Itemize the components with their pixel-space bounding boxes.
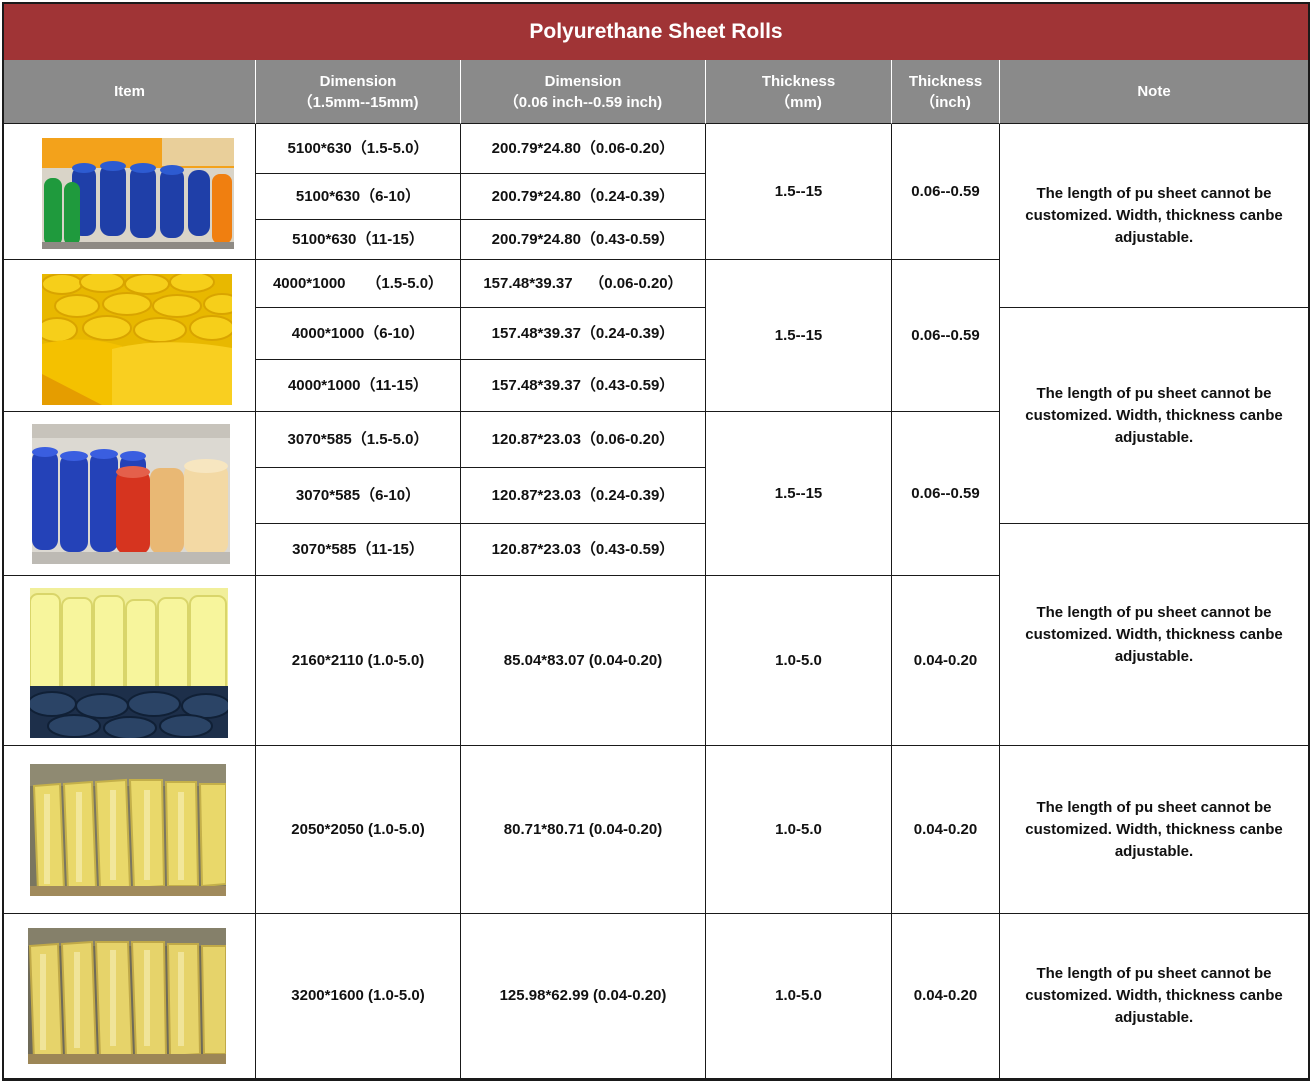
note-cell: The length of pu sheet cannot be customi… <box>1000 746 1308 914</box>
header-note-label: Note <box>1137 83 1171 100</box>
table-cell-dim-mm: 3070*585（11-15） <box>256 524 461 576</box>
table-cell-dim-inch: 120.87*23.03（0.43-0.59） <box>461 524 706 576</box>
header-dimension-inch-label: Dimension <box>544 72 622 90</box>
header-dimension-inch-range: （0.06 inch--0.59 inch) <box>503 93 663 111</box>
table-cell-thickness-mm: 1.5--15 <box>706 412 892 576</box>
blue-red-amber-rolls-photo <box>32 424 230 564</box>
yellow-sheet-rolls-photo <box>42 274 232 405</box>
item-image-cell <box>4 260 256 412</box>
table-cell-thickness-inch: 0.04-0.20 <box>892 576 1000 746</box>
item-image-cell <box>4 746 256 914</box>
note-cell: The length of pu sheet cannot be customi… <box>1000 914 1308 1079</box>
table-cell-dim-mm: 2050*2050 (1.0-5.0) <box>256 746 461 914</box>
header-item-label: Item <box>114 83 145 100</box>
header-thickness-mm-label: Thickness <box>761 72 836 90</box>
note-cell: The length of pu sheet cannot be customi… <box>1000 308 1308 524</box>
table-cell-thickness-inch: 0.04-0.20 <box>892 746 1000 914</box>
table-cell-thickness-mm: 1.0-5.0 <box>706 914 892 1079</box>
table-cell-dim-inch: 80.71*80.71 (0.04-0.20) <box>461 746 706 914</box>
translucent-yellow-rolls-photo-2 <box>28 928 226 1064</box>
table-cell-dim-mm: 3070*585（6-10） <box>256 468 461 524</box>
table-cell-dim-mm: 5100*630（1.5-5.0） <box>256 124 461 174</box>
table-cell-dim-mm: 3070*585（1.5-5.0） <box>256 412 461 468</box>
table-cell-dim-mm: 2160*2110 (1.0-5.0) <box>256 576 461 746</box>
product-spec-table: Polyurethane Sheet Rolls Item Dimension … <box>2 2 1310 1081</box>
header-thickness-inch-label: Thickness <box>908 72 983 90</box>
table-cell-dim-inch: 200.79*24.80（0.43-0.59） <box>461 220 706 260</box>
header-dimension-mm-label: Dimension <box>319 72 397 90</box>
orange-green-blue-rolls-photo <box>42 138 234 249</box>
header-thickness-mm-unit: （mm) <box>775 93 822 111</box>
table-cell-dim-inch: 200.79*24.80（0.24-0.39） <box>461 174 706 220</box>
item-image-cell <box>4 124 256 260</box>
clear-yellow-rolls-blue-base-photo <box>30 588 228 738</box>
table-cell-dim-inch: 157.48*39.37 （0.06-0.20） <box>461 260 706 308</box>
item-image-cell <box>4 576 256 746</box>
table-cell-dim-inch: 200.79*24.80（0.06-0.20） <box>461 124 706 174</box>
table-cell-thickness-mm: 1.0-5.0 <box>706 746 892 914</box>
table-cell-dim-mm: 4000*1000 （1.5-5.0） <box>256 260 461 308</box>
table-cell-dim-inch: 85.04*83.07 (0.04-0.20) <box>461 576 706 746</box>
table-cell-dim-inch: 125.98*62.99 (0.04-0.20) <box>461 914 706 1079</box>
table-cell-thickness-mm: 1.5--15 <box>706 260 892 412</box>
note-cell: The length of pu sheet cannot be customi… <box>1000 524 1308 746</box>
table-cell-thickness-inch: 0.06--0.59 <box>892 260 1000 412</box>
table-cell-thickness-mm: 1.0-5.0 <box>706 576 892 746</box>
table-cell-thickness-inch: 0.06--0.59 <box>892 124 1000 260</box>
header-thickness-mm: Thickness （mm) <box>706 60 892 124</box>
table-cell-dim-mm: 3200*1600 (1.0-5.0) <box>256 914 461 1079</box>
header-thickness-inch: Thickness （inch) <box>892 60 1000 124</box>
table-cell-dim-mm: 5100*630（11-15） <box>256 220 461 260</box>
translucent-yellow-rolls-photo <box>30 764 226 896</box>
item-image-cell <box>4 914 256 1079</box>
header-note: Note <box>1000 60 1308 124</box>
table-cell-thickness-inch: 0.06--0.59 <box>892 412 1000 576</box>
table-cell-dim-inch: 157.48*39.37（0.43-0.59） <box>461 360 706 412</box>
table-cell-dim-inch: 120.87*23.03（0.06-0.20） <box>461 412 706 468</box>
note-cell: The length of pu sheet cannot be customi… <box>1000 124 1308 308</box>
header-dimension-mm: Dimension （1.5mm--15mm) <box>256 60 461 124</box>
item-image-cell <box>4 412 256 576</box>
table-title: Polyurethane Sheet Rolls <box>4 4 1308 60</box>
table-cell-dim-inch: 120.87*23.03（0.24-0.39） <box>461 468 706 524</box>
table-cell-dim-mm: 5100*630（6-10） <box>256 174 461 220</box>
table-cell-thickness-mm: 1.5--15 <box>706 124 892 260</box>
header-thickness-inch-unit: （inch) <box>920 93 971 111</box>
table-cell-dim-inch: 157.48*39.37（0.24-0.39） <box>461 308 706 360</box>
table-cell-dim-mm: 4000*1000（6-10） <box>256 308 461 360</box>
header-item: Item <box>4 60 256 124</box>
header-dimension-inch: Dimension （0.06 inch--0.59 inch) <box>461 60 706 124</box>
header-dimension-mm-range: （1.5mm--15mm) <box>297 93 419 111</box>
table-cell-thickness-inch: 0.04-0.20 <box>892 914 1000 1079</box>
table-cell-dim-mm: 4000*1000（11-15） <box>256 360 461 412</box>
